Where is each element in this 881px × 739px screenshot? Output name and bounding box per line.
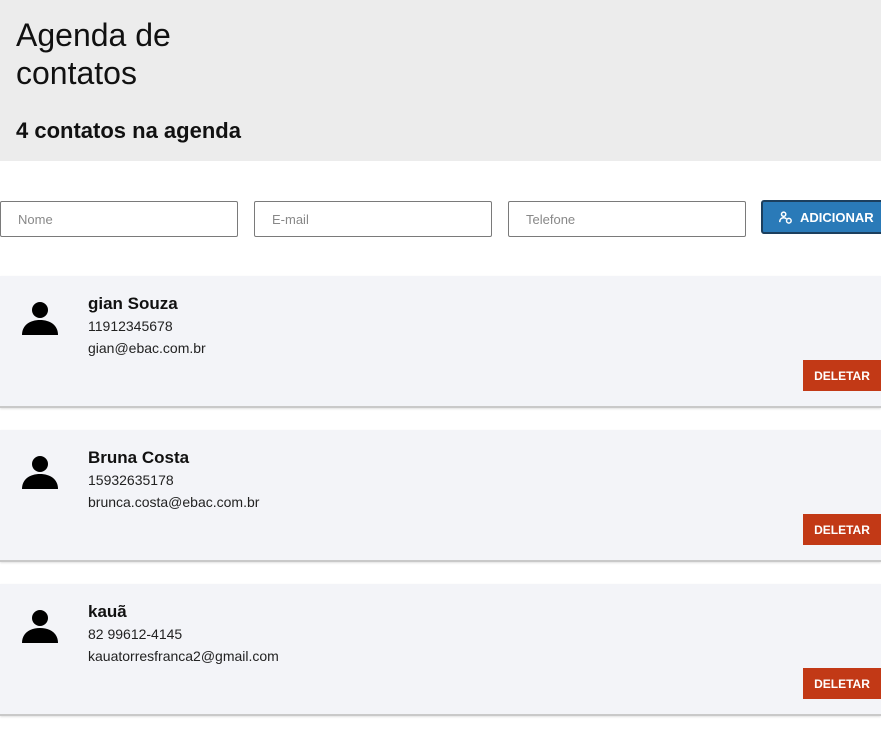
user-icon [22,610,58,643]
contact-phone: 15932635178 [88,472,174,488]
header: Agenda de contatos 4 contatos na agenda [0,0,881,161]
contact-email: brunca.costa@ebac.com.br [88,494,260,510]
email-input[interactable] [254,201,492,237]
contact-card: Bruna Costa 15932635178 brunca.costa@eba… [0,430,881,562]
contact-email: gian@ebac.com.br [88,340,206,356]
contact-phone: 82 99612-4145 [88,626,183,642]
contact-name: gian Souza [88,294,178,313]
contact-name: kauã [88,602,127,621]
delete-button[interactable]: DELETAR [803,360,881,391]
page-title: Agenda de contatos [16,17,171,91]
name-input[interactable] [0,201,238,237]
add-button-label: ADICIONAR [800,209,874,225]
delete-button[interactable]: DELETAR [803,514,881,545]
contact-card: gian Souza 11912345678 gian@ebac.com.br … [0,276,881,408]
user-icon [22,456,58,489]
contact-card: kauã 82 99612-4145 kauatorresfranca2@gma… [0,584,881,716]
contact-email: kauatorresfranca2@gmail.com [88,648,279,664]
contact-name: Bruna Costa [88,448,190,467]
delete-button[interactable]: DELETAR [803,668,881,699]
contact-phone: 11912345678 [88,318,173,334]
user-icon [22,302,58,335]
user-plus-icon [779,210,792,224]
phone-input[interactable] [508,201,746,237]
add-button[interactable]: ADICIONAR [761,200,881,234]
contact-count: 4 contatos na agenda [16,118,241,143]
